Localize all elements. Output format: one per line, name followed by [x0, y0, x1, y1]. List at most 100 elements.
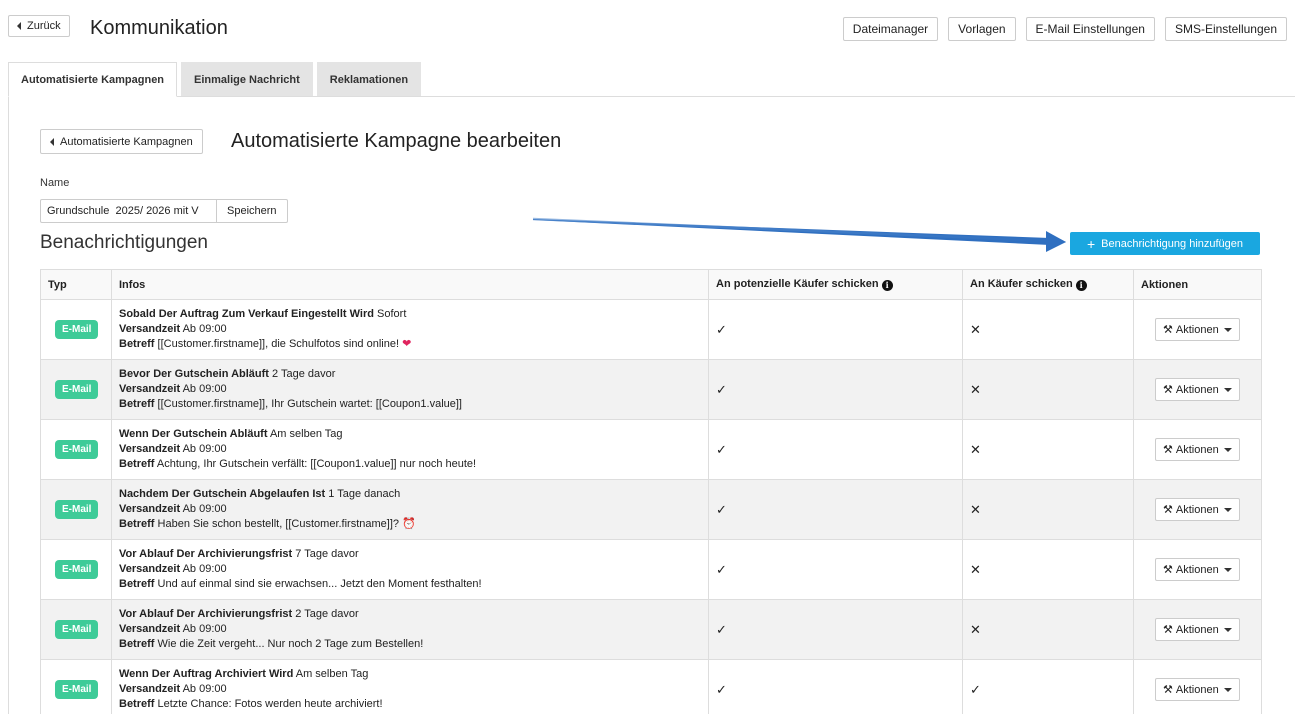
- info-cell: Nachdem Der Gutschein Abgelaufen Ist 1 T…: [111, 479, 709, 540]
- sms-settings-button[interactable]: SMS-Einstellungen: [1164, 17, 1287, 41]
- actions-dropdown-button[interactable]: ⚒ Aktionen: [1155, 498, 1240, 521]
- check-icon: ✓: [716, 321, 727, 337]
- wrench-icon: ⚒: [1163, 684, 1173, 696]
- buyers-cell: ✕: [962, 359, 1134, 420]
- caret-left-icon: [50, 137, 54, 146]
- col-header-infos: Infos: [111, 269, 709, 300]
- type-cell: E-Mail: [40, 599, 112, 660]
- tab-automated-campaigns[interactable]: Automatisierte Kampagnen: [8, 62, 178, 97]
- potential-buyers-cell: ✓: [708, 539, 963, 600]
- subject-text: Und auf einmal sind sie erwachsen... Jet…: [157, 578, 482, 590]
- wrench-icon: ⚒: [1163, 444, 1173, 456]
- actions-label: Aktionen: [1175, 323, 1219, 336]
- col-header-potential-label: An potenzielle Käufer schicken: [716, 278, 879, 290]
- event-timing: Am selben Tag: [295, 668, 369, 680]
- actions-label: Aktionen: [1175, 443, 1219, 456]
- event-name: Nachdem Der Gutschein Abgelaufen Ist: [119, 488, 326, 500]
- event-name: Sobald Der Auftrag Zum Verkauf Eingestel…: [119, 308, 374, 320]
- col-header-actions: Aktionen: [1133, 269, 1262, 300]
- actions-dropdown-button[interactable]: ⚒ Aktionen: [1155, 678, 1240, 701]
- actions-cell: ⚒ Aktionen: [1133, 419, 1262, 480]
- cross-icon: ✕: [970, 381, 981, 397]
- cross-icon: ✕: [970, 321, 981, 337]
- tab-one-time-message[interactable]: Einmalige Nachricht: [181, 62, 313, 97]
- event-name: Wenn Der Gutschein Abläuft: [119, 428, 268, 440]
- send-time-label: Versandzeit: [119, 383, 181, 395]
- send-time: Ab 09:00: [182, 683, 227, 695]
- send-time-label: Versandzeit: [119, 323, 181, 335]
- file-manager-button[interactable]: Dateimanager: [842, 17, 939, 41]
- info-cell: Bevor Der Gutschein Abläuft 2 Tage davor…: [111, 359, 709, 420]
- potential-buyers-cell: ✓: [708, 479, 963, 540]
- actions-cell: ⚒ Aktionen: [1133, 599, 1262, 660]
- table-row: E-Mail Wenn Der Gutschein Abläuft Am selb…: [40, 419, 1262, 480]
- col-header-buyers-label: An Käufer schicken: [970, 278, 1073, 290]
- email-badge: E-Mail: [55, 680, 99, 699]
- info-cell: Sobald Der Auftrag Zum Verkauf Eingestel…: [111, 299, 709, 360]
- subject-label: Betreff: [119, 518, 155, 530]
- buyers-cell: ✕: [962, 419, 1134, 480]
- info-icon[interactable]: i: [1075, 280, 1087, 291]
- send-time: Ab 09:00: [182, 443, 227, 455]
- campaigns-back-button[interactable]: Automatisierte Kampagnen: [40, 129, 203, 154]
- emoji-icon: ⏰: [402, 518, 416, 530]
- actions-cell: ⚒ Aktionen: [1133, 659, 1262, 714]
- col-header-buyers: An Käufer schicken i: [962, 269, 1134, 300]
- actions-dropdown-button[interactable]: ⚒ Aktionen: [1155, 438, 1240, 461]
- email-badge: E-Mail: [55, 500, 99, 519]
- info-cell: Vor Ablauf Der Archivierungsfrist 2 Tage…: [111, 599, 709, 660]
- type-cell: E-Mail: [40, 419, 112, 480]
- actions-cell: ⚒ Aktionen: [1133, 539, 1262, 600]
- potential-buyers-cell: ✓: [708, 599, 963, 660]
- info-cell: Vor Ablauf Der Archivierungsfrist 7 Tage…: [111, 539, 709, 600]
- email-settings-button[interactable]: E-Mail Einstellungen: [1025, 17, 1155, 41]
- potential-buyers-cell: ✓: [708, 659, 963, 714]
- tab-complaints[interactable]: Reklamationen: [316, 62, 422, 97]
- type-cell: E-Mail: [40, 539, 112, 600]
- save-button[interactable]: Speichern: [217, 199, 288, 223]
- buyers-cell: ✕: [962, 299, 1134, 360]
- col-header-potential: An potenzielle Käufer schicken i: [708, 269, 963, 300]
- info-icon[interactable]: i: [881, 280, 893, 291]
- wrench-icon: ⚒: [1163, 384, 1173, 396]
- caret-down-icon: [1223, 507, 1232, 512]
- actions-dropdown-button[interactable]: ⚒ Aktionen: [1155, 318, 1240, 341]
- send-time-label: Versandzeit: [119, 623, 181, 635]
- col-header-type: Typ: [40, 269, 112, 300]
- info-cell: Wenn Der Gutschein Abläuft Am selben Tag…: [111, 419, 709, 480]
- check-icon: ✓: [716, 441, 727, 457]
- event-name: Vor Ablauf Der Archivierungsfrist: [119, 608, 293, 620]
- table-row: E-Mail Vor Ablauf Der Archivierungsfrist …: [40, 539, 1262, 600]
- templates-button[interactable]: Vorlagen: [948, 17, 1016, 41]
- subject-text: Haben Sie schon bestellt, [[Customer.fir…: [157, 518, 400, 530]
- actions-label: Aktionen: [1175, 683, 1219, 696]
- event-timing: 2 Tage davor: [272, 368, 336, 380]
- event-name: Vor Ablauf Der Archivierungsfrist: [119, 548, 293, 560]
- actions-cell: ⚒ Aktionen: [1133, 359, 1262, 420]
- subject-label: Betreff: [119, 398, 155, 410]
- back-button[interactable]: Zurück: [8, 15, 70, 37]
- plus-icon: +: [1086, 235, 1096, 252]
- info-cell: Wenn Der Auftrag Archiviert Wird Am selb…: [111, 659, 709, 714]
- actions-dropdown-button[interactable]: ⚒ Aktionen: [1155, 558, 1240, 581]
- email-badge: E-Mail: [55, 380, 99, 399]
- subject-text: [[Customer.firstname]], Ihr Gutschein wa…: [157, 398, 462, 410]
- event-timing: Am selben Tag: [269, 428, 343, 440]
- table-row: E-Mail Vor Ablauf Der Archivierungsfrist …: [40, 599, 1262, 660]
- add-notification-button[interactable]: + Benachrichtigung hinzufügen: [1070, 232, 1260, 255]
- type-cell: E-Mail: [40, 659, 112, 714]
- send-time: Ab 09:00: [182, 503, 227, 515]
- subject-text: Letzte Chance: Fotos werden heute archiv…: [157, 698, 383, 710]
- actions-label: Aktionen: [1175, 623, 1219, 636]
- campaigns-back-label: Automatisierte Kampagnen: [60, 135, 193, 148]
- wrench-icon: ⚒: [1163, 504, 1173, 516]
- check-icon: ✓: [716, 621, 727, 637]
- actions-dropdown-button[interactable]: ⚒ Aktionen: [1155, 378, 1240, 401]
- name-input[interactable]: [40, 199, 217, 223]
- actions-dropdown-button[interactable]: ⚒ Aktionen: [1155, 618, 1240, 641]
- buyers-cell: ✕: [962, 479, 1134, 540]
- emoji-icon: ❤: [402, 338, 412, 350]
- check-icon: ✓: [970, 681, 981, 697]
- actions-label: Aktionen: [1175, 503, 1219, 516]
- add-notification-label: Benachrichtigung hinzufügen: [1101, 237, 1244, 250]
